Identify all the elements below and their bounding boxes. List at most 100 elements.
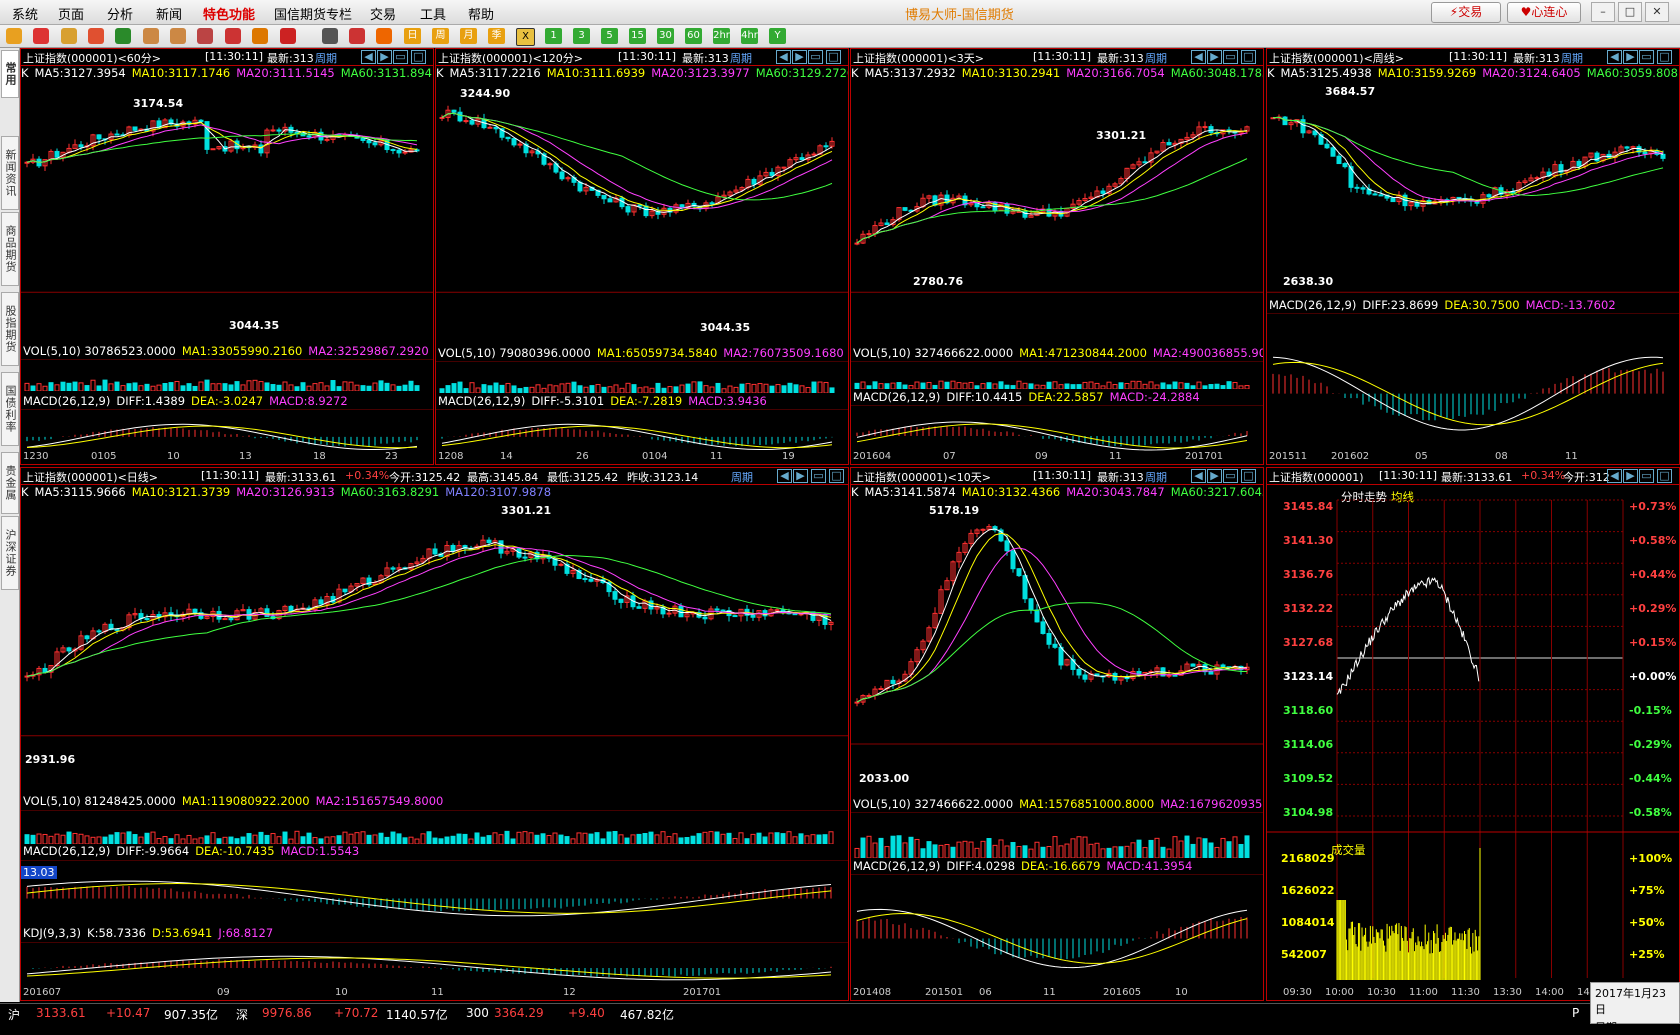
menu-trade[interactable]: 交易 <box>370 4 396 23</box>
period-button[interactable]: 周期 <box>731 469 753 484</box>
volume-bar <box>1028 383 1034 389</box>
menu-guoxin-column[interactable]: 国信期货专栏 <box>274 4 352 23</box>
volume-bar <box>854 847 860 858</box>
prev-icon[interactable]: ◀ <box>361 50 376 64</box>
candle-body <box>486 539 492 544</box>
restore-icon[interactable]: ▭ <box>808 50 823 64</box>
volume-bar <box>1076 384 1082 389</box>
maximize-button[interactable]: □ <box>1618 2 1642 22</box>
minimize-button[interactable]: – <box>1591 2 1615 22</box>
heart-icon: ♥ <box>1520 5 1532 19</box>
side-tab-metals[interactable]: 贵金属 <box>1 452 19 514</box>
trade-button[interactable]: ⚡交易 <box>1431 2 1501 23</box>
maximize-icon[interactable]: □ <box>829 469 844 483</box>
menu-features[interactable]: 特色功能 <box>203 4 255 23</box>
period-1min[interactable]: 1 <box>545 28 562 44</box>
tool-icon[interactable] <box>252 28 268 44</box>
back-arrow-icon[interactable] <box>6 28 22 44</box>
prev-icon[interactable]: ◀ <box>1607 50 1622 64</box>
restore-icon[interactable]: ▭ <box>1223 50 1238 64</box>
menu-analysis[interactable]: 分析 <box>107 4 133 23</box>
side-tab-bonds[interactable]: 国债利率 <box>1 372 19 446</box>
prev-icon[interactable]: ◀ <box>777 469 792 483</box>
chart-panel-10day[interactable]: 上证指数(000001)<10天> [11:30:11] 最新:313 周期 ◀… <box>850 467 1264 1001</box>
chart-panel-3day[interactable]: 上证指数(000001)<3天> [11:30:11] 最新:313 周期 ◀ … <box>850 48 1264 465</box>
maximize-icon[interactable]: □ <box>1657 50 1672 64</box>
period-5min[interactable]: 5 <box>601 28 618 44</box>
restore-icon[interactable]: ▭ <box>811 469 826 483</box>
volume-bar <box>24 382 30 391</box>
candle-body <box>1142 161 1148 164</box>
xinlian-button[interactable]: ♥心连心 <box>1507 2 1581 23</box>
menu-tools[interactable]: 工具 <box>420 4 446 23</box>
period-60min[interactable]: 60 <box>685 28 702 44</box>
chart-panel-60min[interactable]: 上证指数(000001)<60分> [11:30:11] 最新:313 周期 ◀… <box>20 48 434 465</box>
list-icon[interactable] <box>322 28 338 44</box>
menu-system[interactable]: 系统 <box>12 4 38 23</box>
menu-page[interactable]: 页面 <box>58 4 84 23</box>
period-quarter[interactable]: 季 <box>488 28 505 44</box>
volume-bar <box>282 831 288 844</box>
side-tab-stocks[interactable]: 沪深证券 <box>1 516 19 590</box>
period-year[interactable]: Y <box>769 28 786 44</box>
maximize-icon[interactable]: □ <box>826 50 841 64</box>
period-button[interactable]: 周期 <box>1145 469 1167 484</box>
zoom-out-icon[interactable] <box>170 28 186 44</box>
maximize-icon[interactable]: □ <box>1241 50 1256 64</box>
side-tab-news[interactable]: 新闻资讯 <box>1 136 19 210</box>
next-icon[interactable]: ▶ <box>792 50 807 64</box>
period-week[interactable]: 周 <box>432 28 449 44</box>
news-icon[interactable] <box>88 28 104 44</box>
menu-news[interactable]: 新闻 <box>156 4 182 23</box>
book-icon[interactable] <box>61 28 77 44</box>
pen-icon[interactable] <box>225 28 241 44</box>
maximize-icon[interactable]: □ <box>411 50 426 64</box>
volume-bar <box>1100 385 1106 389</box>
period-button[interactable]: 周期 <box>1561 50 1583 65</box>
home-icon[interactable] <box>33 28 49 44</box>
prev-icon[interactable]: ◀ <box>1191 469 1206 483</box>
volume-bar <box>908 836 914 858</box>
side-tab-index-futures[interactable]: 股指期货 <box>1 292 19 366</box>
volume-bar <box>120 385 126 391</box>
chart-panel-weekly[interactable]: 上证指数(000001)<周线> [11:30:11] 最新:313 周期 ◀ … <box>1266 48 1680 465</box>
zoom-in-icon[interactable] <box>143 28 159 44</box>
next-icon[interactable]: ▶ <box>377 50 392 64</box>
period-15min[interactable]: 15 <box>629 28 646 44</box>
next-icon[interactable]: ▶ <box>1207 469 1222 483</box>
side-tab-common[interactable]: 常用 <box>1 50 19 98</box>
restore-icon[interactable]: ▭ <box>393 50 408 64</box>
menu-help[interactable]: 帮助 <box>468 4 494 23</box>
chart-panel-daily[interactable]: 上证指数(000001)<日线> [11:30:11] 最新:3133.61 +… <box>20 467 849 1001</box>
chart-panel-intraday[interactable]: 上证指数(000001) [11:30:11] 最新:3133.61 +0.34… <box>1266 467 1680 1001</box>
close-button[interactable]: ✕ <box>1645 2 1669 22</box>
maximize-icon[interactable]: □ <box>1241 469 1256 483</box>
prev-icon[interactable]: ◀ <box>1191 50 1206 64</box>
next-icon[interactable]: ▶ <box>793 469 808 483</box>
period-day[interactable]: 日 <box>404 28 421 44</box>
period-30min[interactable]: 30 <box>657 28 674 44</box>
period-button[interactable]: 周期 <box>315 50 337 65</box>
restore-icon[interactable]: ▭ <box>1639 50 1654 64</box>
tick-icon[interactable] <box>376 28 392 44</box>
period-month[interactable]: 月 <box>460 28 477 44</box>
refresh-icon[interactable] <box>115 28 131 44</box>
volume-bar <box>360 831 366 844</box>
period-4hr[interactable]: 4hr <box>741 28 758 44</box>
prev-icon[interactable]: ◀ <box>776 50 791 64</box>
chart-panel-120min[interactable]: 上证指数(000001)<120分> [11:30:11] 最新:313 周期 … <box>435 48 849 465</box>
search-icon[interactable] <box>197 28 213 44</box>
side-tab-commodity[interactable]: 商品期货 <box>1 212 19 286</box>
volume-bar <box>799 385 805 393</box>
period-button[interactable]: 周期 <box>1145 50 1167 65</box>
period-button[interactable]: 周期 <box>730 50 752 65</box>
restore-icon[interactable]: ▭ <box>1223 469 1238 483</box>
filter-icon[interactable] <box>280 28 296 44</box>
next-icon[interactable]: ▶ <box>1207 50 1222 64</box>
period-custom[interactable]: X <box>516 28 535 46</box>
period-3min[interactable]: 3 <box>573 28 590 44</box>
volume-bar <box>828 831 834 844</box>
next-icon[interactable]: ▶ <box>1623 50 1638 64</box>
chart-icon[interactable] <box>349 28 365 44</box>
period-2hr[interactable]: 2hr <box>713 28 730 44</box>
